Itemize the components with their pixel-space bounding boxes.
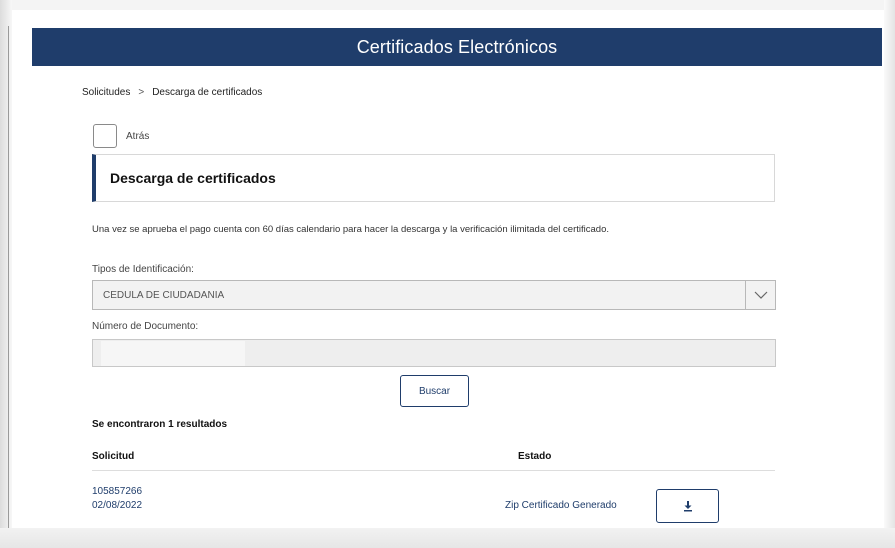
download-icon[interactable] xyxy=(682,500,694,512)
page-title: Certificados Electrónicos xyxy=(356,36,558,57)
row-status: Zip Certificado Generado xyxy=(505,500,617,511)
info-text: Una vez se aprueba el pago cuenta con 60… xyxy=(92,224,609,235)
tipo-identificacion-value[interactable]: CEDULA DE CIUDADANIA xyxy=(103,290,224,301)
column-header-solicitud: Solicitud xyxy=(92,451,135,462)
window-frame-top xyxy=(0,0,895,10)
back-button[interactable]: Atrás xyxy=(93,124,149,148)
back-button-box[interactable] xyxy=(93,124,117,148)
select-divider xyxy=(745,281,746,309)
window-frame-left-line xyxy=(8,26,9,548)
breadcrumb-separator: > xyxy=(138,87,145,98)
redacted-document-number xyxy=(101,341,245,366)
page-content: Certificados Electrónicos Solicitudes > … xyxy=(32,28,882,528)
row-solicitud-id[interactable]: 105857266 xyxy=(92,486,142,497)
download-button[interactable] xyxy=(656,489,719,523)
breadcrumb: Solicitudes > Descarga de certificados xyxy=(82,87,262,98)
tipo-identificacion-label: Tipos de Identificación: xyxy=(92,264,194,275)
results-count: Se encontraron 1 resultados xyxy=(92,419,228,430)
search-button[interactable]: Buscar xyxy=(400,375,469,407)
table-divider xyxy=(92,470,775,471)
tipo-identificacion-select[interactable]: CEDULA DE CIUDADANIA xyxy=(92,280,776,310)
numero-documento-input[interactable] xyxy=(92,339,776,367)
numero-documento-label: Número de Documento: xyxy=(92,321,199,332)
breadcrumb-current: Descarga de certificados xyxy=(152,87,263,98)
window-frame-right xyxy=(884,0,895,548)
back-button-label[interactable]: Atrás xyxy=(126,131,149,142)
section-title: Descarga de certificados xyxy=(110,170,276,186)
breadcrumb-link-solicitudes[interactable]: Solicitudes xyxy=(82,87,130,98)
row-solicitud-date: 02/08/2022 xyxy=(92,500,143,511)
window-frame-bottom xyxy=(0,528,895,548)
window-frame-left xyxy=(0,0,12,548)
chevron-down-icon[interactable] xyxy=(753,287,769,303)
page-header: Certificados Electrónicos xyxy=(32,28,882,66)
section-header-card: Descarga de certificados xyxy=(92,154,775,202)
column-header-estado: Estado xyxy=(518,451,552,462)
